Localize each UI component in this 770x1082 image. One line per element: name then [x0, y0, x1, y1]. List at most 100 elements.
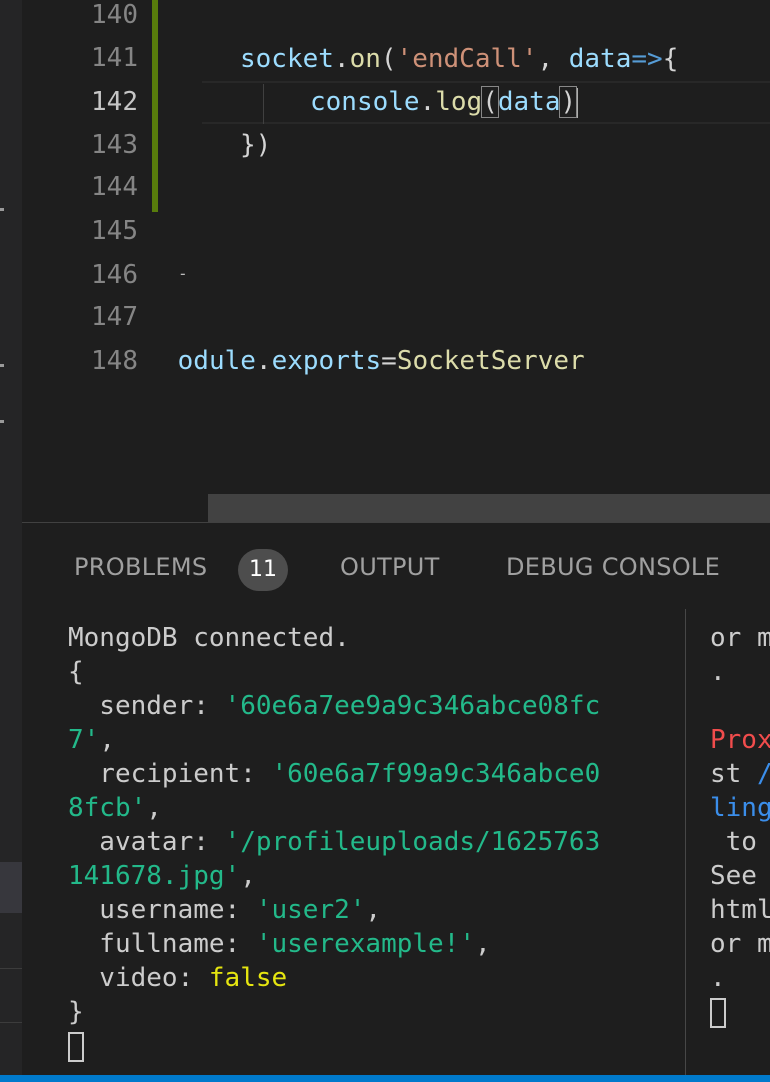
terminal-line: {: [68, 657, 84, 687]
code-token: module: [178, 346, 256, 376]
code-token: {: [662, 44, 679, 74]
code-token: .: [419, 87, 436, 117]
code-token: exports: [271, 346, 382, 376]
code-token: 'endCall': [396, 44, 538, 74]
terminal-string: 141678.jpg': [68, 861, 241, 891]
terminal-key: username:: [68, 895, 256, 925]
terminal-key: sender:: [68, 691, 225, 721]
terminal-boolean: false: [208, 963, 288, 993]
terminal-pane-left[interactable]: MongoDB connected. { sender: '60e6a7ee9a9…: [68, 621, 688, 1071]
terminal-line: video: false: [68, 961, 688, 995]
code-line-148[interactable]: module.exports=SocketServer: [178, 340, 698, 383]
code-line-146[interactable]: -: [178, 252, 188, 295]
sidebar-marker: [0, 208, 4, 211]
terminal-line: See: [710, 861, 770, 891]
tab-output[interactable]: OUTPUT: [340, 553, 440, 581]
sidebar-marker: [0, 420, 4, 423]
terminal-string: '60e6a7ee9a9c346abce08fc: [224, 691, 601, 721]
terminal-key: video:: [68, 963, 209, 993]
terminal-line: 141678.jpg',: [68, 859, 688, 893]
terminal-line: ling: [710, 793, 770, 823]
code-token: =: [381, 346, 397, 376]
terminal-line: avatar: '/profileuploads/1625763: [68, 825, 688, 859]
terminal-line: fullname: 'userexample!',: [68, 927, 688, 961]
code-line-141[interactable]: socket.on('endCall', data=>{: [240, 38, 678, 81]
line-number: 145: [91, 216, 138, 246]
bracket-match: ): [559, 86, 578, 118]
line-number: 146: [91, 260, 138, 290]
terminal-cursor: [710, 997, 726, 1028]
tab-problems[interactable]: PROBLEMS: [74, 553, 207, 581]
terminal-line: or m: [710, 623, 770, 653]
terminal-line: to: [710, 827, 770, 857]
code-token: data: [497, 87, 561, 117]
terminal-key: avatar:: [68, 827, 225, 857]
code-line-143[interactable]: }): [240, 124, 271, 167]
line-number: 143: [91, 130, 138, 160]
terminal-text: st: [710, 759, 757, 789]
terminal-line: recipient: '60e6a7f99a9c346abce0: [68, 757, 688, 791]
terminal-string: 'userexample!': [255, 929, 475, 959]
line-number-active: 142: [91, 87, 138, 117]
code-token: data: [568, 44, 632, 74]
terminal-punc: ,: [146, 793, 162, 823]
line-number: 147: [91, 302, 138, 332]
code-token: (: [380, 44, 397, 74]
code-token: on: [349, 44, 381, 74]
terminal-line: username: 'user2',: [68, 893, 688, 927]
terminal-line: html: [710, 895, 770, 925]
tab-debug-console[interactable]: DEBUG CONSOLE: [506, 553, 720, 581]
code-token: console: [310, 87, 420, 117]
terminal-pane-right[interactable]: or m. Proxst /ling to See htmlor m.: [710, 621, 770, 1071]
code-token: socket: [240, 44, 334, 74]
terminal-cursor: [68, 1031, 84, 1062]
terminal-string: 'user2': [255, 895, 366, 925]
sidebar-divider: [0, 968, 22, 969]
code-token: SocketServer: [396, 346, 585, 376]
status-bar: [0, 1075, 770, 1082]
text-cursor: [576, 87, 579, 118]
terminal-line: sender: '60e6a7ee9a9c346abce08fc: [68, 689, 688, 723]
terminal-split-divider[interactable]: [685, 609, 686, 1076]
bracket-match: (: [481, 86, 499, 118]
line-number: 140: [91, 0, 138, 30]
terminal-punc: ,: [365, 895, 382, 925]
indent-guide: [263, 84, 264, 124]
terminal-punc: ,: [240, 861, 256, 891]
terminal-line: 8fcb',: [68, 791, 688, 825]
terminal-line: }: [68, 997, 84, 1027]
terminal-line: or m: [710, 929, 770, 959]
terminal-string: '/profileuploads/1625763: [224, 827, 601, 857]
git-modified-gutter-bar: [152, 0, 158, 212]
problems-count-badge: 11: [238, 549, 288, 591]
terminal-link: /: [757, 759, 770, 789]
line-number: 144: [91, 172, 138, 202]
code-token: .: [333, 44, 350, 74]
sidebar-selected-item[interactable]: [0, 862, 22, 913]
sidebar-marker: [0, 364, 4, 367]
code-token: =>: [631, 44, 663, 74]
terminal-string: 7': [68, 725, 100, 755]
code-editor[interactable]: 140 141 142 143 144 145 146 147 148 sock…: [22, 0, 770, 522]
terminal-line: MongoDB connected.: [68, 623, 350, 653]
terminal-line: st /: [710, 757, 770, 791]
side-bar-strip: [0, 0, 22, 1075]
horizontal-scrollbar[interactable]: [208, 494, 770, 522]
terminal-line: [68, 1029, 688, 1063]
code-line-142[interactable]: console.log(data): [310, 81, 579, 124]
terminal-string: '60e6a7f99a9c346abce0: [271, 759, 601, 789]
terminal-line: .: [710, 657, 726, 687]
terminal-line: 7',: [68, 723, 688, 757]
terminal-line: Prox: [710, 725, 770, 755]
line-number: 148: [91, 346, 138, 376]
terminal-line: .: [710, 963, 726, 993]
panel-tab-bar: PROBLEMS 11 OUTPUT DEBUG CONSOLE: [22, 523, 770, 611]
terminal-key: fullname:: [68, 929, 256, 959]
line-number: 141: [91, 43, 138, 73]
code-token: ,: [537, 44, 569, 74]
code-token: .: [255, 346, 272, 376]
terminal-punc: ,: [99, 725, 115, 755]
terminal-key: recipient:: [68, 759, 272, 789]
code-token: log: [435, 87, 483, 117]
